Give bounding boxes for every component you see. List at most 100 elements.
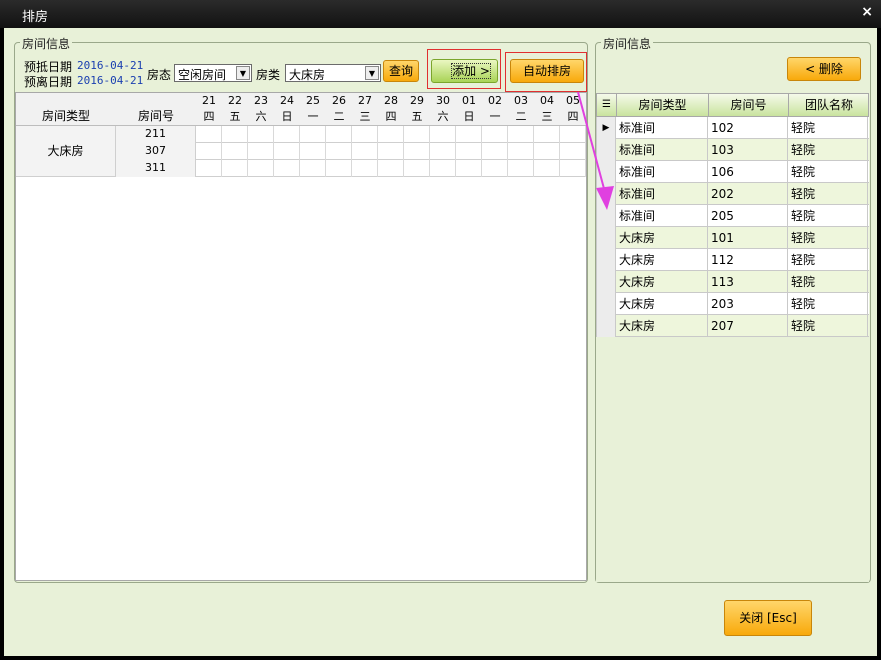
availability-cell[interactable] <box>274 143 300 160</box>
availability-cell[interactable] <box>222 160 248 177</box>
assigned-team-cell: 轻院 <box>788 271 868 293</box>
availability-cell[interactable] <box>404 143 430 160</box>
availability-cell[interactable] <box>222 126 248 143</box>
availability-cell[interactable] <box>196 160 222 177</box>
availability-cell[interactable] <box>482 143 508 160</box>
availability-cell[interactable] <box>300 126 326 143</box>
col-assigned-room-no: 房间号 <box>709 94 789 116</box>
availability-cell[interactable] <box>352 160 378 177</box>
row-selector[interactable] <box>596 315 616 337</box>
availability-cell[interactable] <box>378 126 404 143</box>
room-row[interactable]: 211 <box>116 126 586 143</box>
assigned-team-cell: 轻院 <box>788 205 868 227</box>
date-column-header: 27 三 <box>352 93 378 126</box>
dialog-body: 房间信息 预抵日期 2016-04-21 预离日期 2016-04-21 房态 … <box>4 28 877 656</box>
assigned-no-cell: 113 <box>708 271 788 293</box>
col-room-type: 房间类型 <box>41 109 90 123</box>
assigned-room-row[interactable]: 标准间 106 轻院 <box>596 161 869 183</box>
availability-cell[interactable] <box>482 160 508 177</box>
row-selector[interactable] <box>596 271 616 293</box>
chevron-down-icon[interactable]: ▼ <box>236 66 250 80</box>
assigned-room-row[interactable]: 大床房 101 轻院 <box>596 227 869 249</box>
availability-cell[interactable] <box>300 143 326 160</box>
availability-cell[interactable] <box>222 143 248 160</box>
assigned-room-row[interactable]: 大床房 207 轻院 <box>596 315 869 337</box>
availability-cell[interactable] <box>430 126 456 143</box>
availability-cell[interactable] <box>326 160 352 177</box>
availability-cell[interactable] <box>456 126 482 143</box>
assigned-room-row[interactable]: 大床房 203 轻院 <box>596 293 869 315</box>
availability-cell[interactable] <box>274 160 300 177</box>
availability-cell[interactable] <box>300 160 326 177</box>
availability-cell[interactable] <box>378 143 404 160</box>
close-icon[interactable]: × <box>861 4 873 20</box>
availability-cell[interactable] <box>534 143 560 160</box>
availability-cell[interactable] <box>404 126 430 143</box>
date-weekday: 四 <box>203 110 215 123</box>
depart-date-label: 预离日期 <box>24 75 73 89</box>
assigned-type-cell: 标准间 <box>616 161 708 183</box>
assigned-room-row[interactable]: 标准间 202 轻院 <box>596 183 869 205</box>
availability-cell[interactable] <box>456 143 482 160</box>
availability-cell[interactable] <box>378 160 404 177</box>
row-selector[interactable] <box>596 227 616 249</box>
date-column-header: 26 二 <box>326 93 352 126</box>
availability-cell[interactable] <box>534 160 560 177</box>
query-button[interactable]: 查询 <box>383 60 419 82</box>
availability-cell[interactable] <box>456 160 482 177</box>
availability-cell[interactable] <box>274 126 300 143</box>
availability-cell[interactable] <box>508 143 534 160</box>
assigned-room-row[interactable]: 大床房 113 轻院 <box>596 271 869 293</box>
date-day: 03 <box>514 94 528 107</box>
col-room-no: 房间号 <box>137 109 174 123</box>
room-type-group-cell: 大床房 <box>16 126 116 177</box>
availability-grid[interactable]: 房间类型 房间号 21 四 22 五 23 六 24 日 25 一 26 二 27 三 28 四 29 五 30 六 0… <box>15 92 587 581</box>
room-type-select[interactable]: 大床房 ▼ <box>285 64 381 82</box>
add-button[interactable]: 添加 > <box>431 59 498 83</box>
availability-cell[interactable] <box>404 160 430 177</box>
availability-cell[interactable] <box>508 126 534 143</box>
availability-cell[interactable] <box>430 160 456 177</box>
room-type-label: 房类 <box>256 68 281 82</box>
availability-cell[interactable] <box>352 126 378 143</box>
availability-cell[interactable] <box>196 143 222 160</box>
room-number: 211 <box>116 126 196 143</box>
assigned-type-cell: 大床房 <box>616 315 708 337</box>
auto-assign-button[interactable]: 自动排房 <box>510 59 584 83</box>
assigned-room-row[interactable]: 标准间 103 轻院 <box>596 139 869 161</box>
status-select[interactable]: 空闲房间 ▼ <box>174 64 252 82</box>
row-selector[interactable] <box>596 249 616 271</box>
assigned-rooms-grid[interactable]: ☰ 房间类型 房间号 团队名称 ▶ 标准间 102 轻院 标准间 103 轻院 标准间 106 轻… <box>596 93 869 582</box>
assigned-room-row[interactable]: 大床房 112 轻院 <box>596 249 869 271</box>
availability-cell[interactable] <box>534 126 560 143</box>
delete-button[interactable]: < 删除 <box>787 57 861 81</box>
chevron-down-icon[interactable]: ▼ <box>365 66 379 80</box>
availability-cell[interactable] <box>248 160 274 177</box>
availability-cell[interactable] <box>326 143 352 160</box>
availability-cell[interactable] <box>482 126 508 143</box>
date-day: 25 <box>306 94 320 107</box>
assigned-room-row[interactable]: 标准间 205 轻院 <box>596 205 869 227</box>
right-group-caption: 房间信息 <box>601 35 654 52</box>
availability-cell[interactable] <box>196 126 222 143</box>
room-row[interactable]: 311 <box>116 160 586 177</box>
status-label: 房态 <box>147 68 172 82</box>
availability-cell[interactable] <box>508 160 534 177</box>
date-day: 04 <box>540 94 554 107</box>
assigned-grid-header: ☰ 房间类型 房间号 团队名称 <box>596 93 869 117</box>
availability-cell[interactable] <box>248 126 274 143</box>
close-button[interactable]: 关闭 [Esc] <box>724 600 812 636</box>
assigned-team-cell: 轻院 <box>788 139 868 161</box>
availability-cell[interactable] <box>248 143 274 160</box>
room-row[interactable]: 307 <box>116 143 586 160</box>
assigned-room-row[interactable]: ▶ 标准间 102 轻院 <box>596 117 869 139</box>
assigned-type-cell: 标准间 <box>616 205 708 227</box>
row-selector[interactable] <box>596 293 616 315</box>
availability-cell[interactable] <box>352 143 378 160</box>
availability-cell[interactable] <box>326 126 352 143</box>
date-day: 26 <box>332 94 346 107</box>
availability-cell[interactable] <box>430 143 456 160</box>
date-day: 27 <box>358 94 372 107</box>
date-column-header: 21 四 <box>196 93 222 126</box>
date-day: 22 <box>228 94 242 107</box>
